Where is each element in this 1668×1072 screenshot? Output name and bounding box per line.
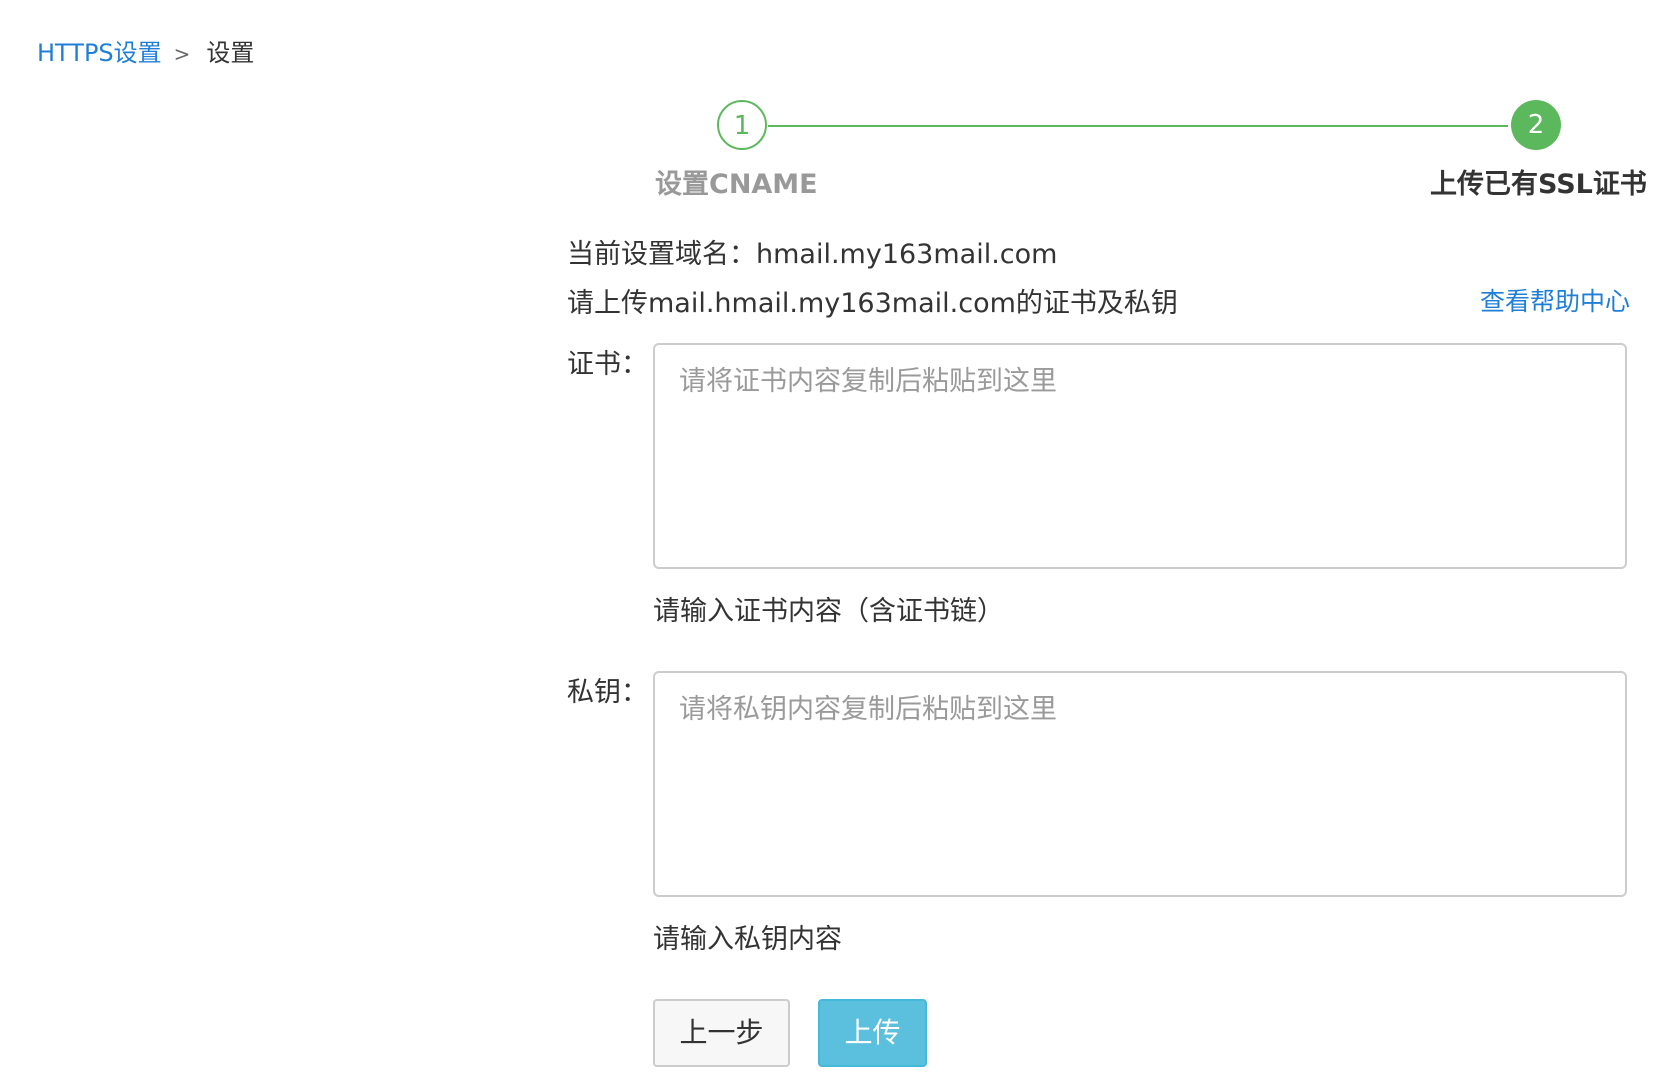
private-key-hint: 请输入私钥内容 (653, 924, 842, 955)
previous-step-button[interactable]: 上一步 (653, 999, 790, 1067)
breadcrumb-current: 设置 (206, 39, 255, 67)
step-1-label: 设置CNAME (655, 169, 818, 200)
steps-progress-line (768, 125, 1508, 127)
upload-instruction-text: 请上传mail.hmail.my163mail.com的证书及私钥 (567, 288, 1178, 319)
certificate-textarea[interactable] (653, 343, 1627, 569)
step-1-indicator: 1 (717, 100, 767, 150)
help-center-link[interactable]: 查看帮助中心 (1480, 284, 1630, 320)
step-2-label: 上传已有SSL证书 (1430, 169, 1647, 200)
breadcrumb-separator: > (173, 42, 191, 66)
certificate-hint: 请输入证书内容（含证书链） (653, 596, 1004, 627)
certificate-label: 证书： (567, 349, 648, 380)
current-domain-text: 当前设置域名：hmail.my163mail.com (567, 239, 1058, 270)
private-key-label: 私钥： (567, 677, 648, 708)
step-2-indicator: 2 (1511, 100, 1561, 150)
private-key-textarea[interactable] (653, 671, 1627, 897)
upload-button[interactable]: 上传 (818, 999, 927, 1067)
breadcrumb: HTTPS设置 > 设置 (37, 36, 254, 71)
breadcrumb-https-settings-link[interactable]: HTTPS设置 (37, 39, 162, 67)
